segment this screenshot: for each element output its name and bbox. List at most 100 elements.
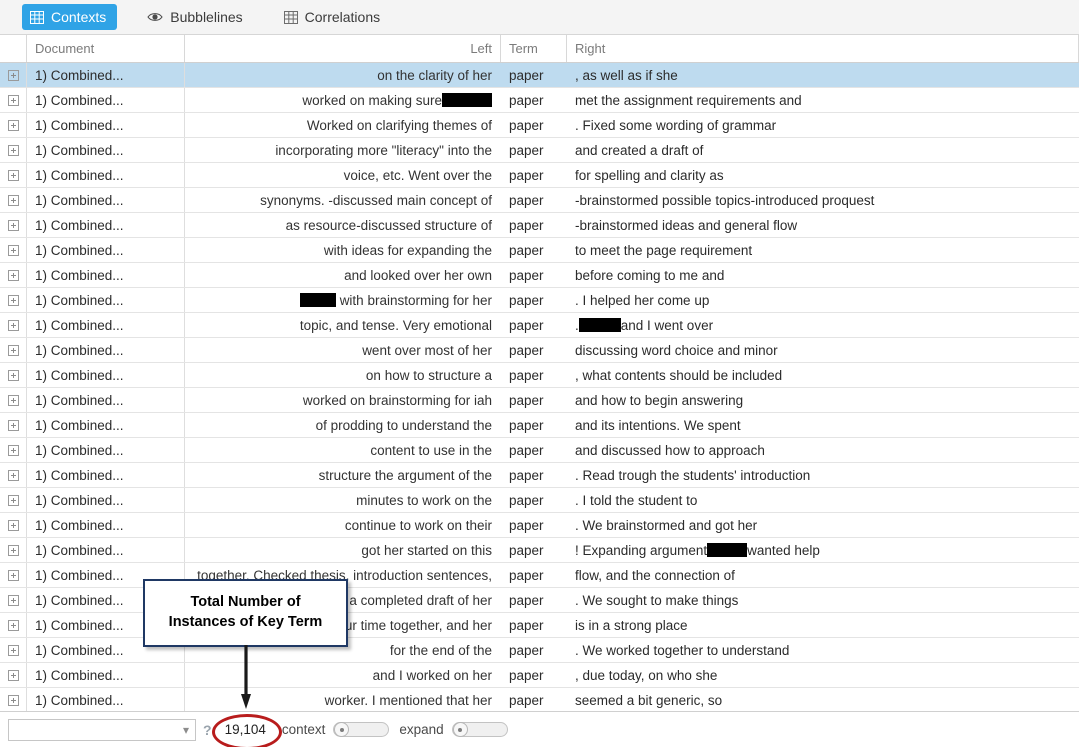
cell-term: paper bbox=[509, 642, 544, 658]
cell-left-context: and looked over her own bbox=[344, 267, 492, 283]
cell-document: 1) Combined... bbox=[27, 663, 185, 687]
expand-slider-label: expand bbox=[399, 722, 444, 737]
cell-term: paper bbox=[509, 692, 544, 708]
table-row[interactable]: 1) Combined... minutes to work on the pape… bbox=[0, 488, 1079, 513]
cell-left-context: structure the argument of the bbox=[318, 467, 492, 483]
cell-document: 1) Combined... bbox=[27, 688, 185, 711]
table-row[interactable]: 1) Combined... on how to structure a paper… bbox=[0, 363, 1079, 388]
column-header-left[interactable]: Left bbox=[185, 35, 501, 62]
table-row[interactable]: 1) Combined... with ideas for expanding t… bbox=[0, 238, 1079, 263]
table-header-row: Document Left Term Right bbox=[0, 35, 1079, 63]
cell-document: 1) Combined... bbox=[27, 388, 185, 412]
term-search-input[interactable]: ▾ bbox=[8, 718, 196, 741]
plus-box-icon[interactable] bbox=[7, 544, 19, 556]
cell-right-context: -brainstormed ideas and general flow bbox=[575, 217, 798, 233]
plus-box-icon[interactable] bbox=[7, 294, 19, 306]
tab-contexts[interactable]: Contexts bbox=[22, 4, 118, 30]
cell-left-context: worked on brainstorming for iah bbox=[302, 392, 492, 408]
table-row[interactable]: 1) Combined... on the clarity of her paper… bbox=[0, 63, 1079, 88]
annotation-arrow-icon bbox=[241, 645, 251, 709]
plus-box-icon[interactable] bbox=[7, 494, 19, 506]
table-row[interactable]: 1) Combined... topic, and tense. Very emo… bbox=[0, 313, 1079, 338]
table-row[interactable]: 1) Combined... worker. I mentioned that h… bbox=[0, 688, 1079, 711]
plus-box-icon[interactable] bbox=[7, 444, 19, 456]
cell-right-context: , what contents should be included bbox=[575, 367, 783, 383]
cell-right-context: -brainstormed possible topics-introduced… bbox=[575, 192, 875, 208]
plus-box-icon[interactable] bbox=[7, 644, 19, 656]
tab-correlations[interactable]: Correlations bbox=[276, 4, 391, 30]
table-row[interactable]: 1) Combined... worked on brainstorming fo… bbox=[0, 388, 1079, 413]
table-row[interactable]: 1) Combined... content to use in the paper… bbox=[0, 438, 1079, 463]
cell-right-context: , due today, on who she bbox=[575, 667, 718, 683]
plus-box-icon[interactable] bbox=[7, 419, 19, 431]
cell-right-context: . I helped her come up bbox=[575, 292, 710, 308]
table-row[interactable]: 1) Combined... continue to work on their p… bbox=[0, 513, 1079, 538]
cell-term: paper bbox=[509, 492, 544, 508]
plus-box-icon[interactable] bbox=[7, 519, 19, 531]
column-header-right[interactable]: Right bbox=[567, 35, 1079, 62]
tab-contexts-label: Contexts bbox=[51, 9, 107, 25]
plus-box-icon[interactable] bbox=[7, 269, 19, 281]
plus-box-icon[interactable] bbox=[7, 69, 19, 81]
table-row[interactable]: 1) Combined... incorporating more "litera… bbox=[0, 138, 1079, 163]
plus-box-icon[interactable] bbox=[7, 569, 19, 581]
cell-right-context: , as well as if she bbox=[575, 67, 678, 83]
table-row[interactable]: 1) Combined... and I worked on her paper , … bbox=[0, 663, 1079, 688]
row-expand-cell bbox=[0, 263, 27, 287]
plus-box-icon[interactable] bbox=[7, 619, 19, 631]
plus-box-icon[interactable] bbox=[7, 94, 19, 106]
expand-slider[interactable] bbox=[451, 722, 508, 737]
cell-right-context: for spelling and clarity as bbox=[575, 167, 724, 183]
plus-box-icon[interactable] bbox=[7, 144, 19, 156]
table-row[interactable]: 1) Combined... structure the argument of … bbox=[0, 463, 1079, 488]
table-row[interactable]: 1) Combined... went over most of her paper… bbox=[0, 338, 1079, 363]
context-slider[interactable] bbox=[333, 722, 390, 737]
plus-box-icon[interactable] bbox=[7, 394, 19, 406]
plus-box-icon[interactable] bbox=[7, 369, 19, 381]
plus-box-icon[interactable] bbox=[7, 169, 19, 181]
plus-box-icon[interactable] bbox=[7, 594, 19, 606]
redaction-bar bbox=[578, 318, 621, 332]
plus-box-icon[interactable] bbox=[7, 344, 19, 356]
cell-document: 1) Combined... bbox=[27, 538, 185, 562]
plus-box-icon[interactable] bbox=[7, 244, 19, 256]
help-icon[interactable]: ? bbox=[203, 722, 212, 738]
cell-document: 1) Combined... bbox=[27, 138, 185, 162]
tab-bubblelines[interactable]: Bubblelines bbox=[139, 4, 253, 30]
table-row[interactable]: 1) Combined... Worked on clarifying theme… bbox=[0, 113, 1079, 138]
cell-term: paper bbox=[509, 192, 544, 208]
table-row[interactable]: 1) Combined... with brainstorming for her… bbox=[0, 288, 1079, 313]
column-header-term[interactable]: Term bbox=[501, 35, 567, 62]
cell-document: 1) Combined... bbox=[27, 113, 185, 137]
plus-box-icon[interactable] bbox=[7, 669, 19, 681]
plus-box-icon[interactable] bbox=[7, 119, 19, 131]
plus-box-icon[interactable] bbox=[7, 694, 19, 706]
plus-box-icon[interactable] bbox=[7, 319, 19, 331]
cell-term: paper bbox=[509, 67, 544, 83]
cell-right-context: . Read trough the students' introduction bbox=[575, 467, 811, 483]
cell-right-context: to meet the page requirement bbox=[575, 242, 753, 258]
cell-right-context: . and I went over bbox=[575, 317, 714, 333]
cell-left-context: on how to structure a bbox=[365, 367, 492, 383]
plus-box-icon[interactable] bbox=[7, 219, 19, 231]
row-expand-cell bbox=[0, 113, 27, 137]
row-expand-cell bbox=[0, 663, 27, 687]
table-row[interactable]: 1) Combined... synonyms. -discussed main … bbox=[0, 188, 1079, 213]
expand-slider-knob[interactable] bbox=[452, 722, 468, 737]
table-row[interactable]: 1) Combined... of prodding to understand … bbox=[0, 413, 1079, 438]
table-row[interactable]: 1) Combined... as resource-discussed stru… bbox=[0, 213, 1079, 238]
table-row[interactable]: 1) Combined... and looked over her own pap… bbox=[0, 263, 1079, 288]
table-row[interactable]: 1) Combined... voice, etc. Went over the p… bbox=[0, 163, 1079, 188]
cell-document: 1) Combined... bbox=[27, 413, 185, 437]
cell-right-context: . We worked together to understand bbox=[575, 642, 790, 658]
table-row[interactable]: 1) Combined... worked on making sure pape… bbox=[0, 88, 1079, 113]
row-expand-cell bbox=[0, 138, 27, 162]
row-expand-cell bbox=[0, 213, 27, 237]
table-row[interactable]: 1) Combined... got her started on this pap… bbox=[0, 538, 1079, 563]
cell-right-context: seemed a bit generic, so bbox=[575, 692, 723, 708]
column-header-document[interactable]: Document bbox=[27, 35, 185, 62]
plus-box-icon[interactable] bbox=[7, 469, 19, 481]
plus-box-icon[interactable] bbox=[7, 194, 19, 206]
context-slider-knob[interactable] bbox=[334, 722, 350, 737]
tab-correlations-label: Correlations bbox=[304, 9, 381, 25]
